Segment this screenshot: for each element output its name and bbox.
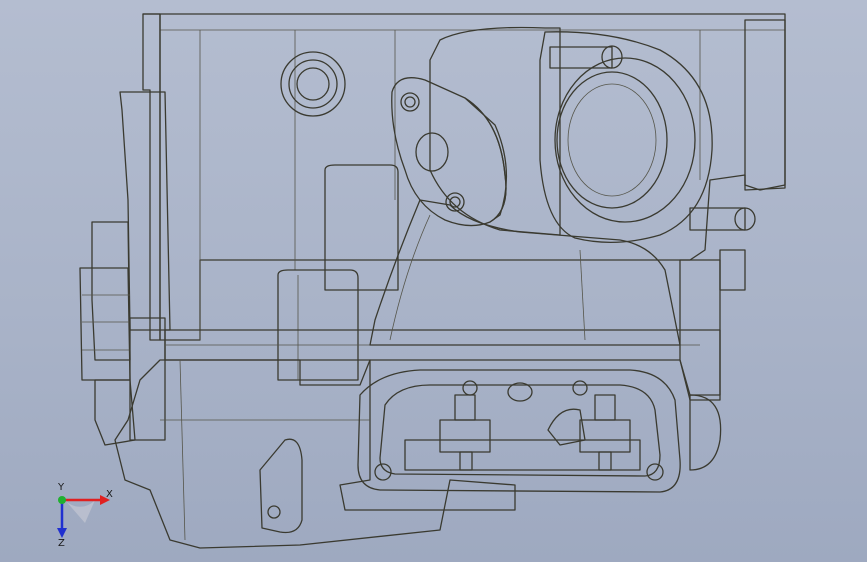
- pipe-outlet: [429, 26, 756, 243]
- angled-flange: [391, 77, 508, 227]
- left-bracket: [79, 91, 171, 441]
- z-axis-label: Z: [58, 538, 65, 548]
- top-boss: [280, 51, 346, 117]
- lower-body: [94, 359, 516, 549]
- column-cylinder: [277, 164, 399, 381]
- cad-3d-viewport[interactable]: X Y Z: [0, 0, 867, 562]
- engine-housing-model[interactable]: [0, 0, 867, 562]
- right-rib: [689, 394, 722, 471]
- y-axis-label: Y: [57, 482, 65, 493]
- z-axis-arrow: [57, 528, 67, 538]
- stud-assemblies: [404, 394, 641, 471]
- triad-plane: [65, 500, 95, 523]
- x-axis-label: X: [106, 489, 113, 500]
- y-axis-dot: [58, 496, 66, 504]
- upper-block: [142, 13, 786, 341]
- gasket-frame: [357, 369, 681, 493]
- orientation-triad: X Y Z: [57, 482, 113, 548]
